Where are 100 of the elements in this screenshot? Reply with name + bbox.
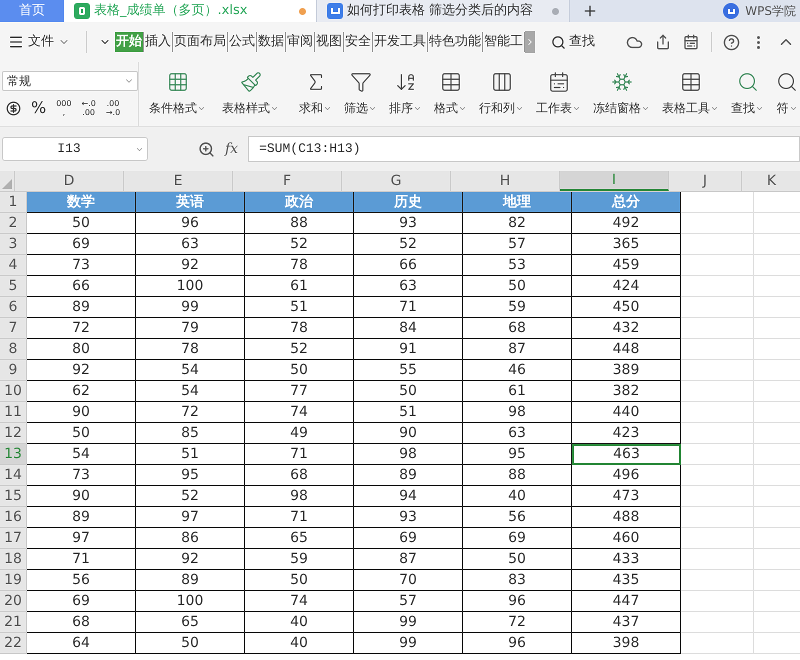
menu-tab[interactable]: 审阅 [286,32,315,52]
table-cell: 448 [572,339,681,360]
table-cell: 99 [354,612,463,633]
table-cell: 40 [463,486,572,507]
ribbon-button[interactable]: 条件格式 [139,62,212,126]
table-cell: 492 [572,213,681,234]
table-cell: 64 [27,633,136,654]
row-header[interactable]: 17 [0,528,27,549]
search-icon [776,71,798,93]
row-header[interactable]: 22 [0,633,27,654]
table-cell: 79 [136,318,245,339]
row-header[interactable]: 4 [0,255,27,276]
table-cell: 92 [136,255,245,276]
table-cell: 97 [27,528,136,549]
column-header[interactable]: K [742,171,800,191]
ribbon-button[interactable]: 表格样式 [212,62,285,126]
menu-tab[interactable]: 视图 [315,32,344,52]
table-cell: 71 [245,507,354,528]
row-header[interactable]: 6 [0,297,27,318]
column-header[interactable]: J [669,171,742,191]
help-icon[interactable] [723,34,740,50]
row-header[interactable]: 1 [0,192,27,213]
table-cell: 450 [572,297,681,318]
academy-button[interactable]: WPS学院 [723,0,800,22]
row-header[interactable]: 5 [0,276,27,297]
table-cell: 50 [27,213,136,234]
zoom-icon[interactable] [198,140,215,158]
currency-icon[interactable] [6,100,21,116]
table-cell: 66 [27,276,136,297]
table-cell: 72 [463,612,572,633]
table-cell: 68 [245,465,354,486]
ribbon-button[interactable]: 符 [770,62,800,126]
table-cell: 50 [463,549,572,570]
row-header[interactable]: 18 [0,549,27,570]
ribbon-button[interactable]: 表格工具 [656,62,725,126]
file-tab[interactable]: 如何打印表格 筛选分类后的内容 [317,0,570,22]
table-cell: 473 [572,486,681,507]
row-header[interactable]: 3 [0,234,27,255]
table-cell: 65 [245,528,354,549]
menu-tab[interactable]: 安全 [344,32,373,52]
table-cell: 92 [27,360,136,381]
number-format-button[interactable]: .00 →.0 [106,99,120,117]
row-header[interactable]: 16 [0,507,27,528]
file-menu[interactable]: 文件 [8,32,78,52]
number-format-select[interactable]: 常规 [2,71,138,91]
row-header[interactable]: 20 [0,591,27,612]
ribbon-button[interactable]: 排序 [383,62,428,126]
column-header[interactable]: D [15,171,124,191]
row-header[interactable]: 21 [0,612,27,633]
table-cell: 73 [27,255,136,276]
menu-tab[interactable]: 开始 [115,32,144,52]
row-header[interactable]: 12 [0,423,27,444]
row-header[interactable]: 2 [0,213,27,234]
menu-tab[interactable]: 特色功能 [428,32,483,52]
table-cell: 71 [245,444,354,465]
ribbon-button[interactable]: 冻结窗格 [587,62,656,126]
column-header[interactable]: E [124,171,233,191]
menu-tab[interactable]: 公式 [228,32,257,52]
ribbon-button[interactable]: 求和 [293,62,338,126]
table-cell: 398 [572,633,681,654]
table-cell: 61 [463,381,572,402]
search-button[interactable]: 查找 [551,32,595,52]
number-format-button[interactable]: 000 , [56,99,72,117]
home-tab[interactable]: 首页 [0,0,64,22]
row-header[interactable]: 11 [0,402,27,423]
table-cell: 72 [27,318,136,339]
percent-button[interactable]: % [31,100,46,116]
table-cell: 100 [136,591,245,612]
table-cell: 496 [572,465,681,486]
share-icon[interactable] [655,34,671,50]
row-header[interactable]: 9 [0,360,27,381]
spreadsheet-icon [74,3,90,19]
ribbon-button[interactable]: 格式 [428,62,473,126]
function-label[interactable]: fx [225,138,238,160]
menu-tab[interactable]: 插入 [144,32,173,52]
row-header[interactable]: 14 [0,465,27,486]
menu-tab[interactable]: 开发工具 [373,32,428,52]
menu-tab[interactable]: 数据 [257,32,286,52]
header-cell: 总分 [572,192,681,213]
ribbon-button[interactable]: 行和列 [473,62,530,126]
calendar-icon[interactable] [683,34,699,50]
table-cell: 78 [245,255,354,276]
row-header[interactable]: 7 [0,318,27,339]
ribbon-button[interactable]: 工作表 [530,62,587,126]
column-header[interactable]: F [233,171,342,191]
row-header[interactable]: 15 [0,486,27,507]
number-format-button[interactable]: ←.0 .00 [81,99,96,117]
ribbon-button[interactable]: 查找 [725,62,770,126]
row-header[interactable]: 19 [0,570,27,591]
column-header[interactable]: G [342,171,451,191]
snowflake-icon [610,71,632,93]
table-cell: 84 [354,318,463,339]
formula-field[interactable]: =SUM(C13:H13) [248,136,800,162]
new-tab-icon[interactable] [582,3,598,19]
row-header[interactable]: 8 [0,339,27,360]
table-cell: 97 [136,507,245,528]
ribbon-button[interactable]: 筛选 [338,62,383,126]
menu-tab[interactable]: 页面布局 [173,32,228,52]
row-header[interactable]: 10 [0,381,27,402]
name-box[interactable]: I13 [2,137,148,161]
